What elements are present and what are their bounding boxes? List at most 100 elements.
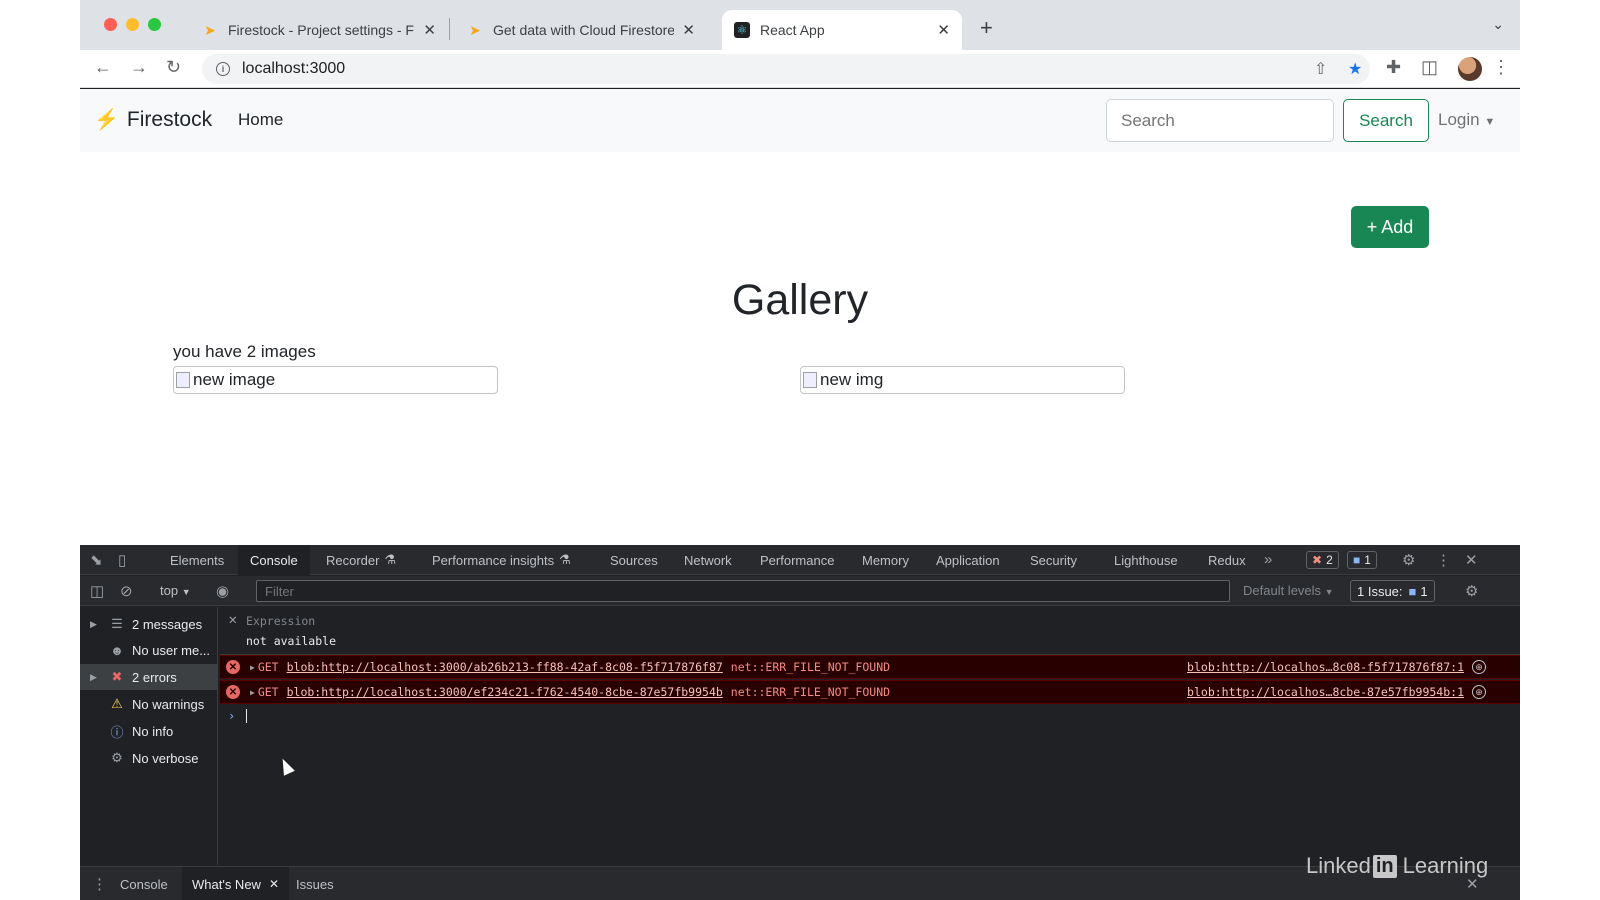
more-tabs-chevron-icon[interactable]: » (1264, 551, 1272, 568)
more-menu-icon[interactable]: ⋮ (1436, 551, 1451, 569)
console-filter-input[interactable] (256, 580, 1230, 602)
request-url-link[interactable]: blob:http://localhost:3000/ab26b213-ff88… (287, 660, 723, 674)
devtools-tab-elements[interactable]: Elements (158, 545, 236, 575)
bookmark-star-icon[interactable]: ★ (1348, 59, 1362, 79)
devtools-tab-performance[interactable]: Performance (748, 545, 846, 575)
search-button[interactable]: Search (1343, 99, 1429, 142)
http-method: GET (257, 685, 279, 699)
minimize-window-button[interactable] (126, 18, 139, 31)
sidebar-item-info[interactable]: ⓘ No info (80, 718, 218, 744)
devtools-tab-application[interactable]: Application (924, 545, 1012, 575)
side-panel-icon[interactable]: ◫ (1421, 57, 1438, 78)
tab-firestore-docs[interactable]: ➤ Get data with Cloud Firestore ✕ (455, 10, 707, 50)
devtools-tab-memory[interactable]: Memory (850, 545, 921, 575)
console-error-row[interactable]: ✕ ▶ GET blob:http://localhost:3000/ef234… (220, 680, 1520, 704)
tab-label: What's New (192, 876, 261, 892)
close-window-button[interactable] (104, 18, 117, 31)
sidebar-item-verbose[interactable]: ⚙ No verbose (80, 745, 218, 771)
issues-button[interactable]: 1 Issue: ■ 1 (1350, 580, 1435, 602)
back-arrow-icon[interactable]: ← (94, 57, 112, 78)
caret-down-icon: ▼ (1324, 587, 1334, 597)
sidebar-item-errors[interactable]: ▶ ✖ 2 errors (80, 664, 218, 690)
sidebar-item-warnings[interactable]: ⚠ No warnings (80, 691, 218, 717)
profile-avatar[interactable] (1458, 57, 1482, 81)
site-info-icon[interactable]: i (216, 62, 230, 76)
devtools-tab-lighthouse[interactable]: Lighthouse (1102, 545, 1190, 575)
sidebar-item-user-messages[interactable]: ☻ No user me... (80, 637, 218, 663)
devtools-tab-sources[interactable]: Sources (598, 545, 670, 575)
address-bar[interactable]: i localhost:3000 ⇧ ★ (202, 54, 1370, 84)
extensions-puzzle-icon[interactable]: ✚ (1386, 57, 1401, 78)
remove-expression-close-icon[interactable]: ✕ (228, 613, 238, 627)
devtools-tab-console[interactable]: Console (238, 545, 310, 575)
clear-console-icon[interactable]: ⊘ (120, 582, 133, 600)
close-icon[interactable]: ✕ (269, 877, 279, 891)
error-icon: ✖ (111, 669, 123, 684)
console-settings-gear-icon[interactable]: ⚙ (1465, 582, 1478, 600)
inspect-element-icon[interactable]: ⬊ (90, 551, 103, 569)
brand-name: Firestock (126, 107, 213, 131)
tab-title: React App (760, 22, 825, 38)
tab-label: Recorder (326, 552, 380, 568)
gallery-image[interactable]: new img (800, 366, 1125, 394)
expand-triangle-icon[interactable]: ▶ (90, 619, 102, 630)
tab-label: Performance insights (432, 552, 555, 568)
drawer-tab-whats-new[interactable]: What's New ✕ (182, 867, 290, 900)
devtools-tab-recorder[interactable]: Recorder ⚗ (314, 545, 408, 575)
error-icon: ✖ (1312, 553, 1323, 567)
console-error-row[interactable]: ✕ ▶ GET blob:http://localhost:3000/ab26b… (220, 655, 1520, 679)
forward-arrow-icon[interactable]: → (130, 57, 148, 78)
console-input-caret[interactable] (246, 709, 247, 723)
close-icon[interactable]: ✕ (682, 21, 695, 39)
reload-icon[interactable]: ↻ (166, 57, 181, 78)
expression-label[interactable]: Expression (246, 614, 315, 628)
tab-react-app[interactable]: ⚛ React App ✕ (722, 10, 962, 50)
page-title: Gallery (731, 276, 869, 324)
context-selector[interactable]: top ▼ (160, 583, 191, 598)
error-count-badge[interactable]: ✖ 2 (1306, 551, 1339, 569)
request-url-link[interactable]: blob:http://localhost:3000/ef234c21-f762… (287, 685, 723, 699)
expand-triangle-icon[interactable]: ▶ (250, 663, 255, 672)
network-globe-icon[interactable]: ⊕ (1472, 685, 1486, 699)
message-count: 1 (1364, 553, 1371, 567)
network-globe-icon[interactable]: ⊕ (1472, 660, 1486, 674)
zoom-window-button[interactable] (148, 18, 161, 31)
brand-link[interactable]: ⚡ Firestock (94, 107, 212, 132)
nav-home-link[interactable]: Home (238, 110, 283, 130)
search-input[interactable] (1106, 99, 1334, 142)
expand-triangle-icon[interactable]: ▶ (250, 688, 255, 697)
expand-triangle-icon[interactable]: ▶ (90, 672, 102, 683)
devtools-tab-redux[interactable]: Redux (1196, 545, 1258, 575)
user-icon: ☻ (110, 642, 124, 658)
drawer-menu-icon[interactable]: ⋮ (92, 875, 107, 893)
login-dropdown[interactable]: Login ▼ (1438, 110, 1495, 130)
settings-gear-icon[interactable]: ⚙ (1402, 551, 1415, 569)
message-count-badge[interactable]: ■ 1 (1347, 551, 1377, 569)
context-label: top (160, 583, 179, 598)
console-prompt-chevron-icon: › (228, 709, 236, 723)
sidebar-item-messages[interactable]: ▶ ☰ 2 messages (80, 611, 218, 637)
eye-icon[interactable]: ◉ (216, 582, 229, 600)
source-link[interactable]: blob:http://localhos…8cbe-87e57fb9954b:1 (1187, 685, 1464, 699)
add-button[interactable]: + Add (1351, 206, 1429, 248)
sidebar-toggle-icon[interactable]: ◫ (90, 582, 104, 600)
device-toolbar-icon[interactable]: ▯ (118, 551, 126, 569)
chevron-down-icon[interactable]: ⌄ (1492, 16, 1504, 33)
devtools-tab-security[interactable]: Security (1018, 545, 1089, 575)
tab-firestock-settings[interactable]: ➤ Firestock - Project settings - F ✕ (190, 10, 448, 50)
new-tab-plus-icon[interactable]: + (980, 15, 993, 41)
log-levels-dropdown[interactable]: Default levels ▼ (1243, 583, 1334, 598)
gallery-image[interactable]: new image (173, 366, 498, 394)
more-menu-icon[interactable]: ⋮ (1492, 57, 1510, 78)
expression-value: not available (246, 634, 337, 648)
source-link[interactable]: blob:http://localhos…8c08-f5f717876f87:1 (1187, 660, 1464, 674)
console-output[interactable]: ✕ Expression not available ✕ ▶ GET blob:… (220, 607, 1520, 865)
drawer-tab-issues[interactable]: Issues (286, 867, 344, 900)
devtools-tab-network[interactable]: Network (672, 545, 744, 575)
drawer-tab-console[interactable]: Console (110, 867, 178, 900)
close-icon[interactable]: ✕ (937, 21, 950, 39)
share-icon[interactable]: ⇧ (1314, 59, 1327, 79)
close-devtools-icon[interactable]: ✕ (1465, 551, 1478, 569)
devtools-tab-performance-insights[interactable]: Performance insights ⚗ (420, 545, 583, 575)
close-icon[interactable]: ✕ (423, 21, 436, 39)
